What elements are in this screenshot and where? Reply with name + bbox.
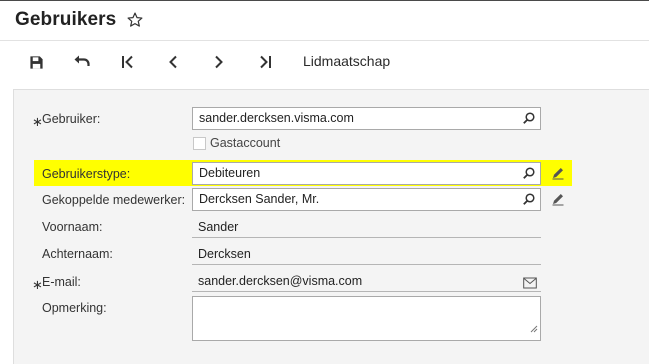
first-name-field[interactable]: Sander bbox=[192, 216, 541, 238]
first-record-icon bbox=[122, 55, 133, 69]
linked-employee-label: Gekoppelde medewerker: bbox=[42, 193, 186, 207]
star-outline-icon[interactable] bbox=[126, 11, 144, 29]
user-type-field[interactable]: Debiteuren bbox=[192, 162, 541, 185]
resize-handle-icon[interactable] bbox=[530, 320, 538, 338]
linked-employee-value: Dercksen Sander, Mr. bbox=[199, 192, 320, 206]
remark-label: Opmerking: bbox=[42, 301, 107, 315]
last-name-label: Achternaam: bbox=[42, 247, 113, 261]
user-type-label: Gebruikerstype: bbox=[42, 167, 131, 181]
last-name-field[interactable]: Dercksen bbox=[192, 243, 541, 265]
pencil-icon[interactable] bbox=[551, 192, 565, 206]
membership-button[interactable]: Lidmaatschap bbox=[303, 53, 390, 69]
envelope-icon[interactable] bbox=[523, 274, 537, 296]
search-icon[interactable] bbox=[522, 111, 536, 125]
guest-account-label: Gastaccount bbox=[210, 136, 281, 150]
first-name-label: Voornaam: bbox=[42, 220, 103, 234]
guest-account-checkbox[interactable] bbox=[193, 137, 206, 150]
last-record-icon bbox=[260, 55, 271, 69]
page-title: Gebruikers bbox=[15, 9, 117, 30]
header-divider bbox=[0, 40, 649, 41]
undo-icon bbox=[74, 55, 90, 66]
next-record-icon bbox=[215, 55, 223, 69]
toolbar: Lidmaatschap bbox=[0, 48, 649, 76]
user-type-value: Debiteuren bbox=[199, 166, 261, 180]
user-field[interactable]: sander.dercksen.visma.com bbox=[192, 107, 541, 130]
email-field[interactable]: sander.dercksen@visma.com bbox=[192, 270, 541, 292]
window-top-border bbox=[0, 0, 649, 1]
user-value: sander.dercksen.visma.com bbox=[199, 111, 354, 125]
last-record-button[interactable] bbox=[255, 52, 275, 72]
undo-button[interactable] bbox=[72, 52, 92, 72]
remark-textarea[interactable] bbox=[192, 296, 541, 341]
next-record-button[interactable] bbox=[209, 52, 229, 72]
save-button[interactable] bbox=[26, 52, 46, 72]
linked-employee-field[interactable]: Dercksen Sander, Mr. bbox=[192, 188, 541, 211]
search-icon[interactable] bbox=[522, 166, 536, 180]
last-name-value: Dercksen bbox=[198, 247, 251, 261]
previous-record-icon bbox=[169, 55, 177, 69]
search-icon[interactable] bbox=[522, 192, 536, 206]
user-label: Gebruiker: bbox=[42, 112, 101, 126]
email-label: E-mail: bbox=[42, 275, 81, 289]
pencil-icon[interactable] bbox=[551, 166, 565, 180]
email-value: sander.dercksen@visma.com bbox=[198, 274, 363, 288]
first-name-value: Sander bbox=[198, 220, 239, 234]
previous-record-button[interactable] bbox=[163, 52, 183, 72]
save-icon bbox=[29, 55, 43, 69]
title-row: Gebruikers bbox=[15, 7, 144, 33]
first-record-button[interactable] bbox=[118, 52, 138, 72]
